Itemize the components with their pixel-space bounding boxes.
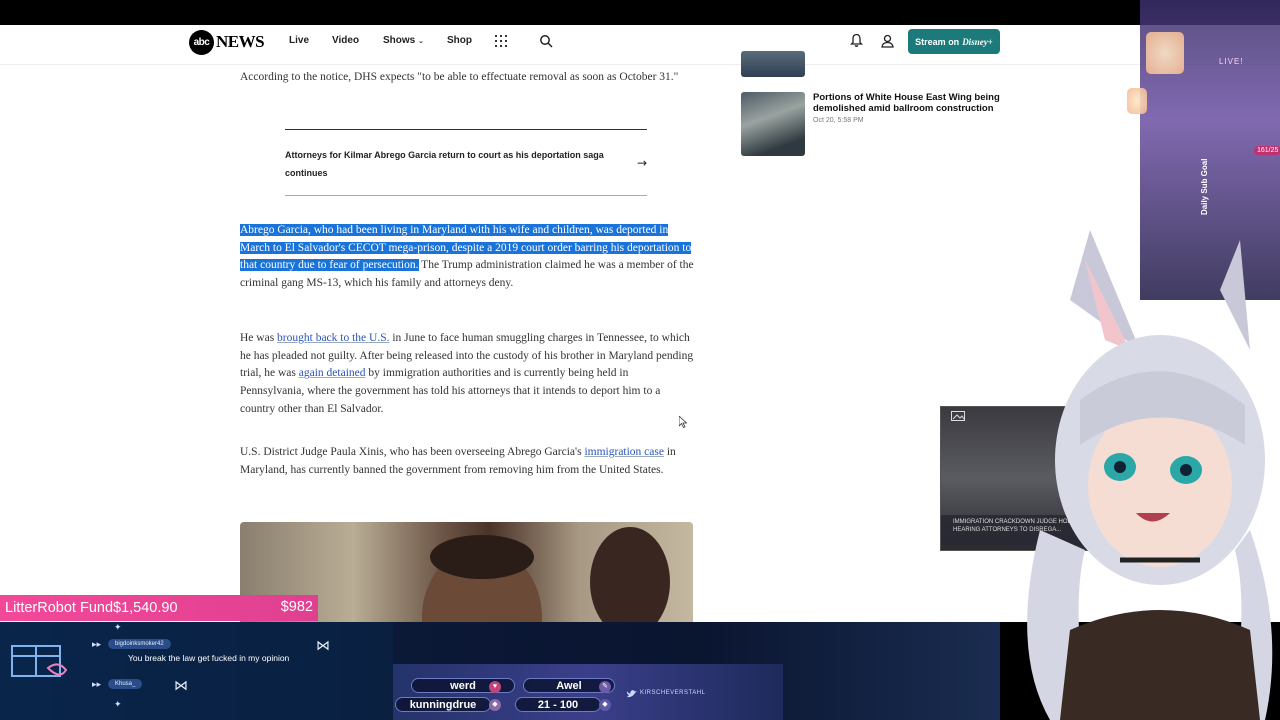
gift-box-icon [11, 645, 68, 677]
lantern-decoration [1127, 88, 1147, 114]
chat-panel: ✦ ▸▸ bigdoinksmoker42 ⋈ You break the la… [0, 622, 393, 720]
nav-live[interactable]: Live [289, 35, 309, 46]
chat-username: Khusa_ [108, 679, 143, 689]
chevron-down-icon: ⌄ [418, 37, 424, 45]
donation-goal-bar: LitterRobot Fund $1,540.90 $982 [0, 595, 318, 621]
subscriber-panel: werd ♥ Awel ✎ kunningdrue ◆ 21 - 100 ◆ [393, 664, 783, 720]
disney-plus-logo: Disney+ [962, 36, 993, 47]
badge-icon: ✎ [599, 681, 611, 693]
sidebar-story-1[interactable] [741, 51, 805, 77]
logo-text: NEWS [216, 32, 265, 51]
play-marker-icon: ▸▸ [92, 639, 102, 649]
goal-progress: $1,540.90 [113, 600, 178, 616]
paragraph-text: U.S. District Judge Paula Xinis, who has… [240, 446, 585, 458]
story-title: Portions of White House East Wing being … [813, 92, 1000, 114]
abc-logo-mark: abc [189, 29, 214, 55]
story-date: Oct 20, 5:58 PM [813, 117, 864, 124]
sparkle-icon: ✦ [114, 699, 122, 709]
social-handle: KIRSCHEVERSTAHL [640, 690, 706, 696]
nav-shows[interactable]: Shows ⌄ [383, 35, 424, 46]
story-thumbnail [741, 92, 805, 156]
chat-username: bigdoinksmoker42 [108, 639, 171, 649]
stream-label: Stream on [915, 36, 960, 47]
sidebar-story-2[interactable]: Portions of White House East Wing being … [741, 92, 1011, 156]
nav-shop[interactable]: Shop [447, 35, 472, 46]
image-icon [951, 411, 965, 421]
goal-name: LitterRobot Fund [5, 600, 114, 616]
article-paragraph: Abrego Garcia, who had been living in Ma… [240, 222, 695, 293]
live-tag: LIVE! [1219, 57, 1244, 66]
immigration-case-link[interactable]: immigration case [584, 446, 664, 458]
heart-badge-icon: ♥ [489, 681, 501, 693]
article-paragraph: U.S. District Judge Paula Xinis, who has… [240, 444, 695, 479]
related-story-title: Attorneys for Kilmar Abrego Garcia retur… [285, 150, 604, 178]
sub-name: kunningdrue [395, 697, 491, 712]
article-paragraph: He was brought back to the U.S. in June … [240, 330, 695, 419]
related-story-link[interactable]: Attorneys for Kilmar Abrego Garcia retur… [285, 129, 647, 196]
sub-range: 21 - 100 [515, 697, 601, 712]
bell-icon[interactable] [850, 33, 863, 48]
twitter-icon [626, 690, 637, 698]
abc-news-logo[interactable]: abc NEWS [189, 29, 265, 55]
brought-back-link[interactable]: brought back to the U.S. [277, 332, 389, 344]
play-marker-icon: ▸▸ [92, 679, 102, 689]
arrow-right-icon: → [636, 156, 647, 170]
sub-goal-counter: 161/25 [1254, 146, 1280, 155]
search-icon[interactable] [539, 34, 553, 48]
goal-amount: $982 [280, 599, 313, 615]
mouse-cursor-icon [679, 416, 687, 428]
sub-goal-label: Daily Sub Goal [1200, 158, 1209, 215]
story-thumbnail [741, 51, 805, 77]
lantern-decoration [1146, 32, 1184, 74]
user-account-icon[interactable] [881, 34, 894, 48]
chat-message: You break the law get fucked in my opini… [128, 653, 290, 663]
badge-icon: ◆ [599, 699, 611, 711]
sparkle-icon: ✦ [114, 622, 122, 632]
bow-icon: ⋈ [174, 677, 188, 693]
bow-icon: ⋈ [316, 637, 330, 653]
stream-on-disney-button[interactable]: Stream on Disney+ [908, 29, 1000, 54]
again-detained-link[interactable]: again detained [299, 367, 366, 379]
badge-icon: ◆ [489, 699, 501, 711]
site-header: abc NEWS Live Video Shows ⌄ Shop Stream … [0, 25, 1280, 65]
paragraph-text: He was [240, 332, 278, 344]
article-paragraph: According to the notice, DHS expects "to… [240, 71, 679, 83]
vtuber-avatar [1027, 230, 1273, 720]
apps-grid-icon[interactable] [495, 35, 507, 47]
nav-shows-label: Shows [383, 35, 416, 46]
nav-video[interactable]: Video [332, 35, 359, 46]
